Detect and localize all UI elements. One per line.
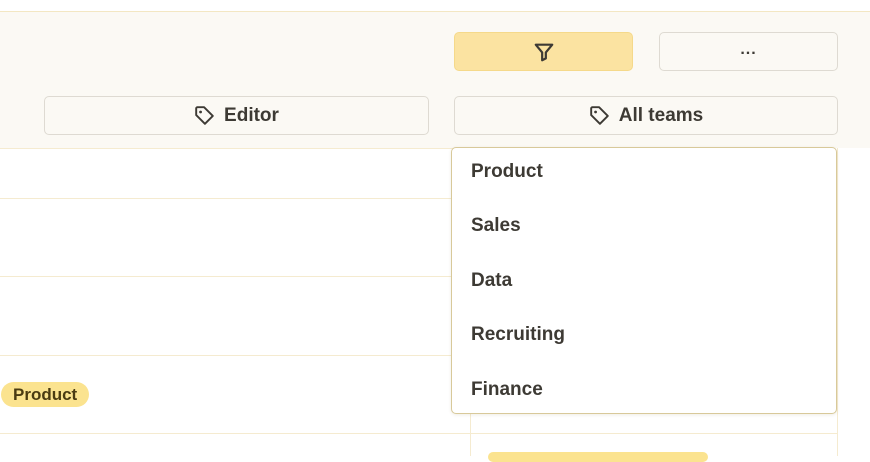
team-filter-label: All teams: [618, 104, 704, 126]
more-options-button[interactable]: ...: [659, 32, 838, 71]
team-option-product[interactable]: Product: [452, 152, 836, 192]
table-row-divider: [0, 433, 470, 434]
team-option-finance[interactable]: Finance: [452, 370, 836, 410]
team-option-recruiting[interactable]: Recruiting: [452, 315, 836, 355]
team-option-sales[interactable]: Sales: [452, 206, 836, 246]
filter-button[interactable]: [454, 32, 633, 71]
more-options-label: ...: [740, 40, 757, 58]
editor-filter-button[interactable]: Editor: [44, 96, 429, 135]
editor-filter-label: Editor: [224, 104, 279, 126]
team-badge-partial: [488, 452, 708, 462]
tag-icon: [195, 106, 214, 125]
tag-icon: [589, 106, 609, 125]
team-badge-label: Product: [13, 384, 78, 404]
table-column-divider: [837, 148, 838, 456]
table-row-divider: [0, 355, 470, 356]
team-badge: Product: [1, 382, 90, 407]
team-option-data[interactable]: Data: [452, 261, 836, 301]
table-row-divider: [0, 148, 470, 149]
table-row-divider: [0, 198, 470, 199]
team-dropdown-menu: Product Sales Data Recruiting Finance: [451, 147, 837, 414]
team-filter-button[interactable]: All teams: [454, 96, 838, 135]
filter-icon: [534, 43, 553, 61]
table-row-divider: [0, 276, 470, 277]
table-row-divider: [471, 433, 837, 434]
